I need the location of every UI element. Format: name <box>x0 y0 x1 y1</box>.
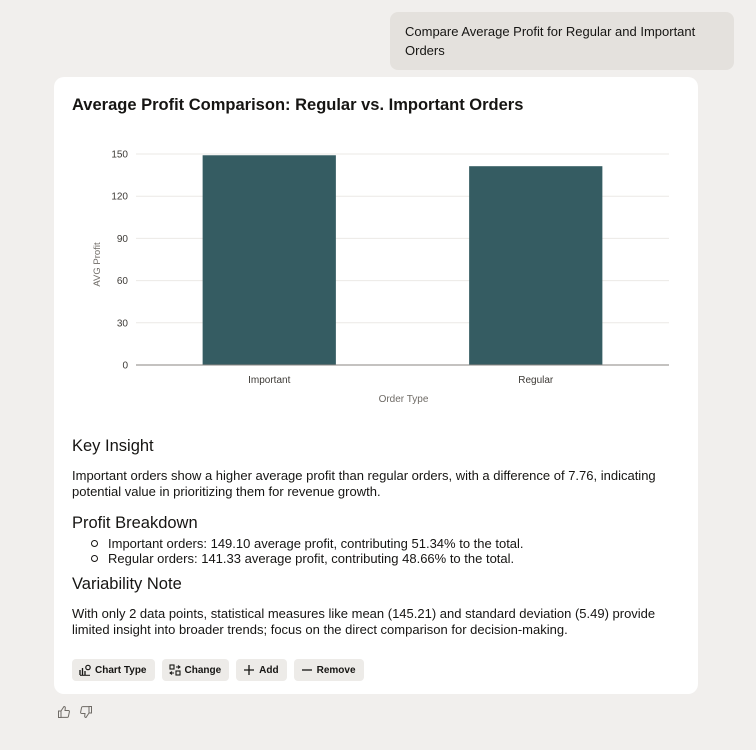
profit-breakdown-heading-wrap: Profit Breakdown <box>72 514 682 533</box>
bar-chart: 0 30 60 90 120 150 Important Regular Order Type A… <box>92 150 669 405</box>
profit-breakdown-list: Important orders: 149.10 average profit,… <box>72 536 682 566</box>
add-button[interactable]: Add <box>236 659 287 681</box>
change-icon <box>168 664 181 676</box>
minus-icon <box>301 664 313 676</box>
y-tick-label: 30 <box>117 318 129 329</box>
y-tick-label: 90 <box>117 234 129 245</box>
bar <box>202 155 336 365</box>
variability-text: With only 2 data points, statistical mea… <box>72 606 656 637</box>
x-tick-label: Important <box>248 375 290 386</box>
remove-label: Remove <box>316 664 356 676</box>
key-insight-heading: Key Insight <box>72 437 154 455</box>
y-axis-label: AVG Profit <box>92 242 103 287</box>
x-tick-label: Regular <box>518 375 554 386</box>
chart-type-icon <box>79 664 91 676</box>
y-tick-label: 150 <box>111 150 128 161</box>
chart-actions: Chart Type Change Add Remove <box>72 659 364 681</box>
key-insight-text-wrap: Important orders show a higher average p… <box>72 468 682 500</box>
variability-heading-wrap: Variability Note <box>72 575 682 594</box>
chart-title: Average Profit Comparison: Regular vs. I… <box>72 96 524 114</box>
variability-heading: Variability Note <box>72 575 182 593</box>
thumbs-down-icon[interactable] <box>79 705 93 724</box>
plus-icon <box>243 664 255 676</box>
remove-button[interactable]: Remove <box>293 659 364 681</box>
change-label: Change <box>184 664 222 676</box>
profit-breakdown-heading: Profit Breakdown <box>72 514 198 532</box>
list-item: Regular orders: 141.33 average profit, c… <box>72 551 682 566</box>
list-item: Important orders: 149.10 average profit,… <box>72 536 682 551</box>
y-tick-label: 0 <box>122 361 128 372</box>
bar <box>469 166 603 365</box>
thumbs-up-icon[interactable] <box>57 705 71 724</box>
key-insight-heading-wrap: Key Insight <box>72 437 682 456</box>
y-tick-label: 60 <box>117 276 129 287</box>
y-tick-label: 120 <box>111 192 128 203</box>
change-button[interactable]: Change <box>161 659 230 681</box>
user-message-text: Compare Average Profit for Regular and I… <box>405 24 696 58</box>
profit-breakdown-list-wrap: Important orders: 149.10 average profit,… <box>72 536 682 566</box>
x-axis-label: Order Type <box>379 394 429 405</box>
add-label: Add <box>259 664 279 676</box>
variability-text-wrap: With only 2 data points, statistical mea… <box>72 606 682 638</box>
response-card: Average Profit Comparison: Regular vs. I… <box>54 77 698 694</box>
user-message-bubble: Compare Average Profit for Regular and I… <box>390 12 734 70</box>
chart-type-label: Chart Type <box>95 664 147 676</box>
feedback-controls <box>57 705 93 724</box>
key-insight-text: Important orders show a higher average p… <box>72 468 656 499</box>
chart-type-button[interactable]: Chart Type <box>72 659 155 681</box>
